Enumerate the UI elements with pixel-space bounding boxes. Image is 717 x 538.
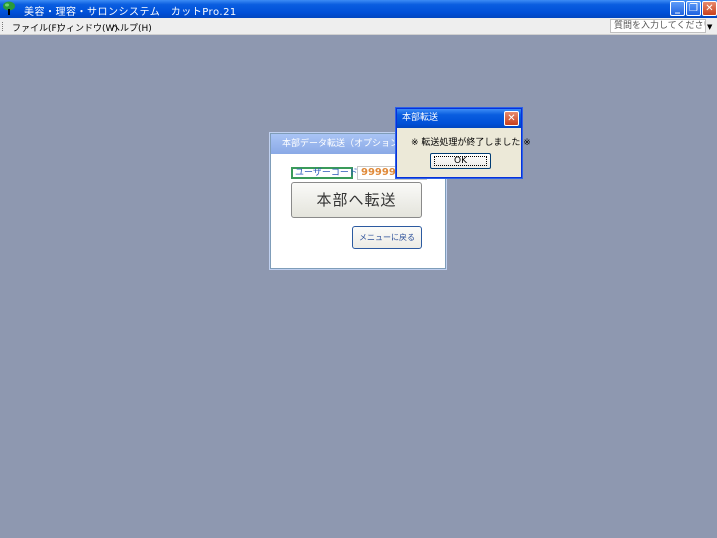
transfer-complete-message-box: 本部転送 ✕ ※ 転送処理が終了しました ※ OK xyxy=(396,108,531,178)
focus-rectangle xyxy=(434,156,487,166)
message-box-title: 本部転送 xyxy=(397,109,521,128)
close-button[interactable]: ✕ xyxy=(702,1,717,16)
restore-icon: ❐ xyxy=(689,3,698,14)
help-search-input[interactable]: 質問を入力してください xyxy=(610,19,706,33)
minimize-icon: _ xyxy=(675,3,680,14)
user-code-label: ユーザーコード xyxy=(291,167,358,179)
transfer-to-hq-button[interactable]: 本部へ転送 xyxy=(291,182,422,218)
close-icon: ✕ xyxy=(705,3,714,14)
menu-grip[interactable] xyxy=(2,22,4,31)
chevron-down-icon[interactable]: ▼ xyxy=(707,23,712,31)
minimize-button[interactable]: _ xyxy=(670,1,685,16)
close-icon: ✕ xyxy=(507,113,516,124)
menu-help[interactable]: ヘルプ(H) xyxy=(111,21,152,34)
return-to-menu-button[interactable]: メニューに戻る xyxy=(352,226,422,249)
app-tree-icon xyxy=(3,1,15,15)
message-box-close-button[interactable]: ✕ xyxy=(504,111,519,126)
ok-button[interactable]: OK xyxy=(430,153,491,169)
app-title: 美容・理容・サロンシステム カットPro.21 xyxy=(24,7,237,18)
menu-bar: ファイル(F) ウィンドウ(W) ヘルプ(H) 質問を入力してください ▼ xyxy=(0,18,717,35)
app-title-bar: 美容・理容・サロンシステム カットPro.21 _ ❐ ✕ xyxy=(0,0,717,18)
restore-button[interactable]: ❐ xyxy=(686,1,701,16)
message-text: ※ 転送処理が終了しました ※ xyxy=(411,138,531,148)
menu-file[interactable]: ファイル(F) xyxy=(12,21,60,34)
menu-window[interactable]: ウィンドウ(W) xyxy=(57,21,118,34)
